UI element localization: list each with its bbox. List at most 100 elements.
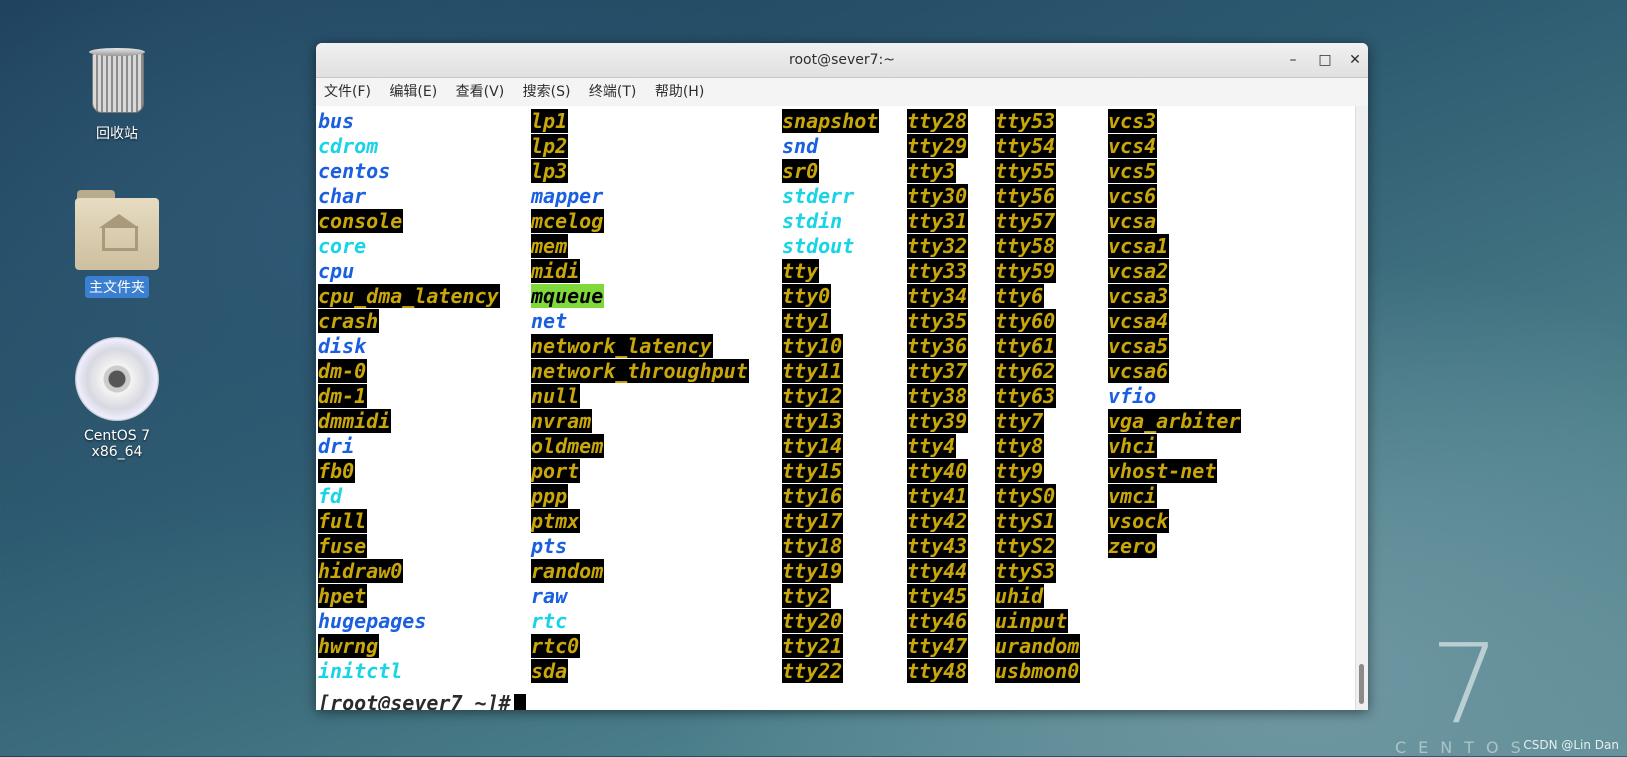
ls-entry-name: bus — [318, 109, 355, 133]
menu-terminal[interactable]: 终端(T) — [583, 78, 642, 106]
window-titlebar[interactable]: root@sever7:~ – □ ✕ — [316, 43, 1368, 78]
ls-entry-name: ppp — [531, 484, 569, 508]
ls-entry-name: vhost-net — [1108, 459, 1218, 483]
ls-entry-name: vmci — [1108, 484, 1158, 508]
ls-entry: null — [531, 384, 749, 409]
ls-entry-name: tty0 — [782, 284, 832, 308]
ls-entry: tty38 — [907, 384, 969, 409]
ls-entry: tty55 — [995, 159, 1080, 184]
ls-entry: lp1 — [531, 109, 749, 134]
menu-view[interactable]: 查看(V) — [450, 78, 511, 106]
ls-entry-name: tty32 — [907, 234, 969, 258]
ls-entry: fb0 — [318, 459, 500, 484]
ls-entry: tty8 — [995, 434, 1080, 459]
ls-entry-name: tty61 — [995, 334, 1057, 358]
ls-entry: port — [531, 459, 749, 484]
ls-entry: tty1 — [782, 309, 879, 334]
ls-entry: mapper — [531, 184, 749, 209]
ls-entry-name: vcsa6 — [1108, 359, 1170, 383]
ls-entry: centos — [318, 159, 500, 184]
ls-entry-name: tty44 — [907, 559, 969, 583]
ls-entry: hugepages — [318, 609, 500, 634]
ls-entry-name: network_throughput — [531, 359, 749, 383]
ls-column: tty28 tty29 tty3 tty30 tty31 tty32 tty33 tty34 t… — [907, 109, 969, 684]
desktop-icon-cdrom[interactable]: CentOS 7 x86_64 — [57, 337, 177, 461]
ls-entry-name: tty9 — [995, 459, 1045, 483]
ls-entry: sda — [531, 659, 749, 684]
ls-entry-name: net — [531, 309, 568, 333]
ls-entry-name: hwrng — [318, 634, 380, 658]
ls-entry-name: tty15 — [782, 459, 844, 483]
ls-entry: hpet — [318, 584, 500, 609]
ls-entry: tty7 — [995, 409, 1080, 434]
ls-entry: tty11 — [782, 359, 879, 384]
ls-entry: mqueue — [531, 284, 749, 309]
close-button[interactable]: ✕ — [1344, 49, 1366, 71]
ls-entry: tty28 — [907, 109, 969, 134]
ls-entry: network_throughput — [531, 359, 749, 384]
ls-entry: vhost-net — [1108, 459, 1241, 484]
scrollbar-thumb[interactable] — [1359, 664, 1364, 704]
ls-entry: vcsa4 — [1108, 309, 1241, 334]
ls-entry-name: vcsa — [1108, 209, 1158, 233]
menu-search[interactable]: 搜索(S) — [517, 78, 577, 106]
menu-bar: 文件(F) 编辑(E) 查看(V) 搜索(S) 终端(T) 帮助(H) — [316, 78, 1368, 107]
ls-entry: ttyS3 — [995, 559, 1080, 584]
ls-entry: tty — [782, 259, 879, 284]
ls-entry: tty47 — [907, 634, 969, 659]
ls-entry-name: tty33 — [907, 259, 969, 283]
ls-entry-name: full — [318, 509, 368, 533]
ls-entry: tty45 — [907, 584, 969, 609]
ls-entry-name: snd — [782, 134, 819, 158]
ls-entry-name: usbmon0 — [995, 659, 1081, 683]
menu-file[interactable]: 文件(F) — [318, 78, 377, 106]
ls-entry: initctl — [318, 659, 500, 684]
ls-entry: tty44 — [907, 559, 969, 584]
ls-entry: vcs5 — [1108, 159, 1241, 184]
ls-entry-name: mqueue — [531, 284, 605, 308]
ls-entry: vcsa5 — [1108, 334, 1241, 359]
ls-entry: tty15 — [782, 459, 879, 484]
ls-entry: dmmidi — [318, 409, 500, 434]
ls-entry: tty10 — [782, 334, 879, 359]
ls-entry: tty22 — [782, 659, 879, 684]
menu-edit[interactable]: 编辑(E) — [383, 78, 443, 106]
ls-entry-name: tty63 — [995, 384, 1057, 408]
ls-entry-name: tty39 — [907, 409, 969, 433]
centos-7-logo: 7 — [1430, 620, 1500, 748]
ls-entry-name: ttyS3 — [995, 559, 1057, 583]
ls-entry: vhci — [1108, 434, 1241, 459]
window-title: root@sever7:~ — [789, 52, 895, 68]
ls-entry-name: tty12 — [782, 384, 844, 408]
ls-entry-name: vcsa3 — [1108, 284, 1170, 308]
ls-entry-name: ttyS2 — [995, 534, 1057, 558]
ls-entry: dm-1 — [318, 384, 500, 409]
terminal-window[interactable]: root@sever7:~ – □ ✕ 文件(F) 编辑(E) 查看(V) 搜索… — [316, 43, 1368, 710]
ls-entry-name: initctl — [318, 659, 403, 683]
ls-entry: mcelog — [531, 209, 749, 234]
maximize-button[interactable]: □ — [1314, 49, 1336, 71]
ls-entry-name: ttyS0 — [995, 484, 1057, 508]
ls-entry: fuse — [318, 534, 500, 559]
minimize-button[interactable]: – — [1282, 49, 1304, 71]
ls-entry: vfio — [1108, 384, 1241, 409]
ls-entry: tty37 — [907, 359, 969, 384]
ls-entry-name: tty4 — [907, 434, 957, 458]
desktop-icon-trash[interactable]: 回收站 — [57, 48, 177, 144]
ls-entry: uhid — [995, 584, 1080, 609]
ls-entry-name: centos — [318, 159, 391, 183]
ls-entry-name: tty20 — [782, 609, 844, 633]
ls-entry-name: tty45 — [907, 584, 969, 608]
menu-help[interactable]: 帮助(H) — [649, 78, 710, 106]
desktop-icon-home-folder[interactable]: 主文件夹 — [57, 190, 177, 298]
terminal-output[interactable]: [root@sever7 ~]# bus cdrom centos char conso… — [316, 106, 1356, 710]
ls-entry-name: fuse — [318, 534, 368, 558]
ls-entry: vcs6 — [1108, 184, 1241, 209]
desktop-icon-label: 回收站 — [96, 126, 138, 142]
ls-entry-name: tty30 — [907, 184, 969, 208]
ls-column: snapshot snd sr0 stderr stdin stdout tty tty0 tt… — [782, 109, 880, 684]
ls-entry-name: dm-1 — [318, 384, 368, 408]
ls-entry-name: cpu — [318, 259, 355, 283]
terminal-scrollbar[interactable] — [1355, 106, 1368, 710]
ls-entry-name: pts — [531, 534, 568, 558]
